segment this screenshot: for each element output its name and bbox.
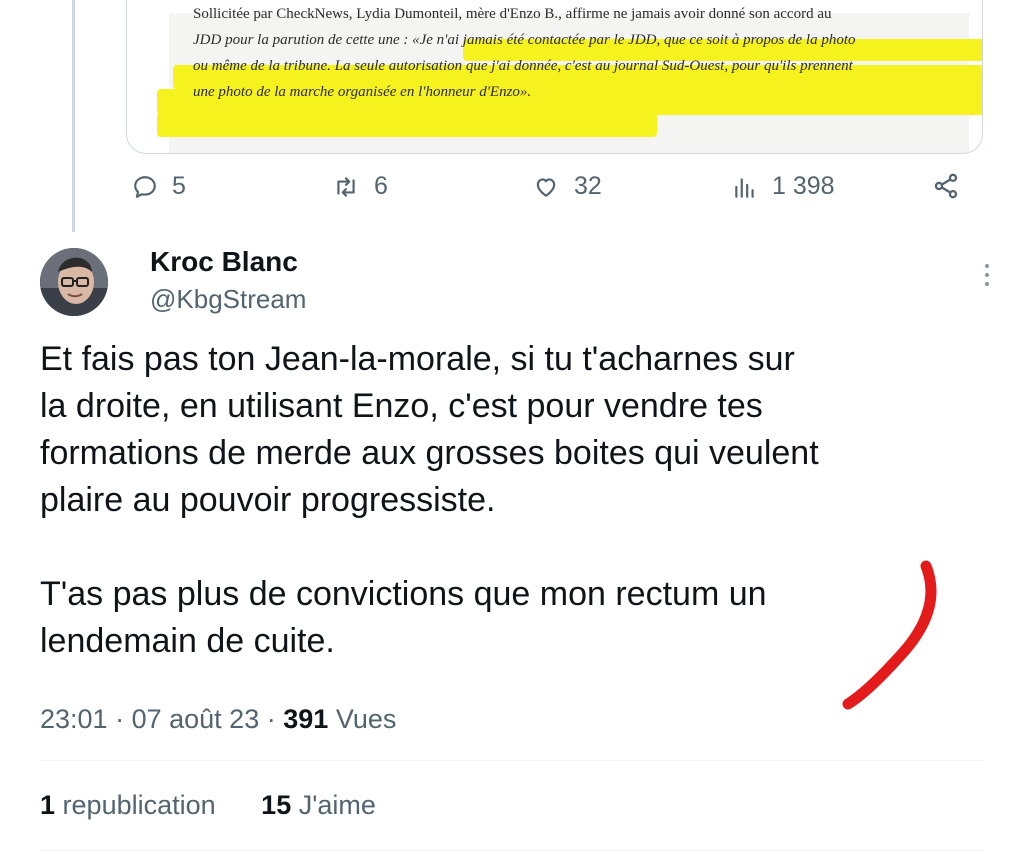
like-icon	[536, 177, 556, 197]
views-total: 391	[283, 704, 329, 734]
author-handle[interactable]: @KbgStream	[150, 284, 306, 315]
like-button[interactable]: 32	[532, 172, 602, 201]
repost-button[interactable]: 6	[332, 172, 388, 201]
more-options-icon[interactable]	[982, 264, 992, 290]
tweet-metadata: 23:01 · 07 août 23 · 391 Vues	[40, 704, 397, 734]
likes-stat[interactable]: 15 J'aime	[261, 790, 376, 820]
share-icon	[934, 173, 958, 199]
avatar[interactable]	[40, 248, 108, 316]
divider	[40, 850, 984, 851]
article-line: une photo de la marche organisée en l'ho…	[193, 84, 532, 100]
tweet-date[interactable]: 07 août 23	[132, 704, 260, 734]
highlight-stroke	[157, 113, 657, 137]
engagement-stats: 1 republication 15 J'aime	[40, 790, 414, 821]
views-count: 1 398	[772, 172, 835, 200]
repost-count: 6	[374, 172, 388, 200]
tweet-line: Et fais pas ton Jean-la-morale, si tu t'…	[40, 340, 795, 378]
tweet-line: formations de merde aux grosses boites q…	[40, 434, 819, 472]
tweet-line: la droite, en utilisant Enzo, c'est pour…	[40, 387, 763, 425]
repost-icon	[337, 176, 355, 197]
article-line: JDD pour la parution de cette une : «Je …	[193, 32, 856, 48]
article-line: ou même de la tribune. La seule autorisa…	[193, 58, 853, 74]
views-icon	[735, 177, 754, 198]
share-button[interactable]	[932, 172, 960, 200]
reply-count: 5	[172, 172, 186, 200]
article-line: Sollicitée par CheckNews, Lydia Dumontei…	[193, 6, 832, 22]
reposts-stat[interactable]: 1 republication	[40, 790, 216, 820]
like-count: 32	[574, 172, 602, 200]
reply-button[interactable]: 5	[132, 172, 186, 201]
tweet-line: plaire au pouvoir progressiste.	[40, 481, 496, 519]
author-name[interactable]: Kroc Blanc	[150, 246, 298, 278]
views-label: Vues	[335, 704, 397, 734]
views-button[interactable]: 1 398	[732, 172, 835, 201]
tweet-time[interactable]: 23:01	[40, 704, 108, 734]
article-screenshot: Sollicitée par CheckNews, Lydia Dumontei…	[157, 6, 982, 153]
red-annotation-stroke	[842, 560, 937, 710]
quoted-article-card[interactable]: Sollicitée par CheckNews, Lydia Dumontei…	[126, 0, 983, 154]
parent-tweet-actions: 5 6 32 1 398	[0, 172, 1024, 208]
divider	[40, 760, 984, 761]
reply-icon	[134, 175, 156, 198]
